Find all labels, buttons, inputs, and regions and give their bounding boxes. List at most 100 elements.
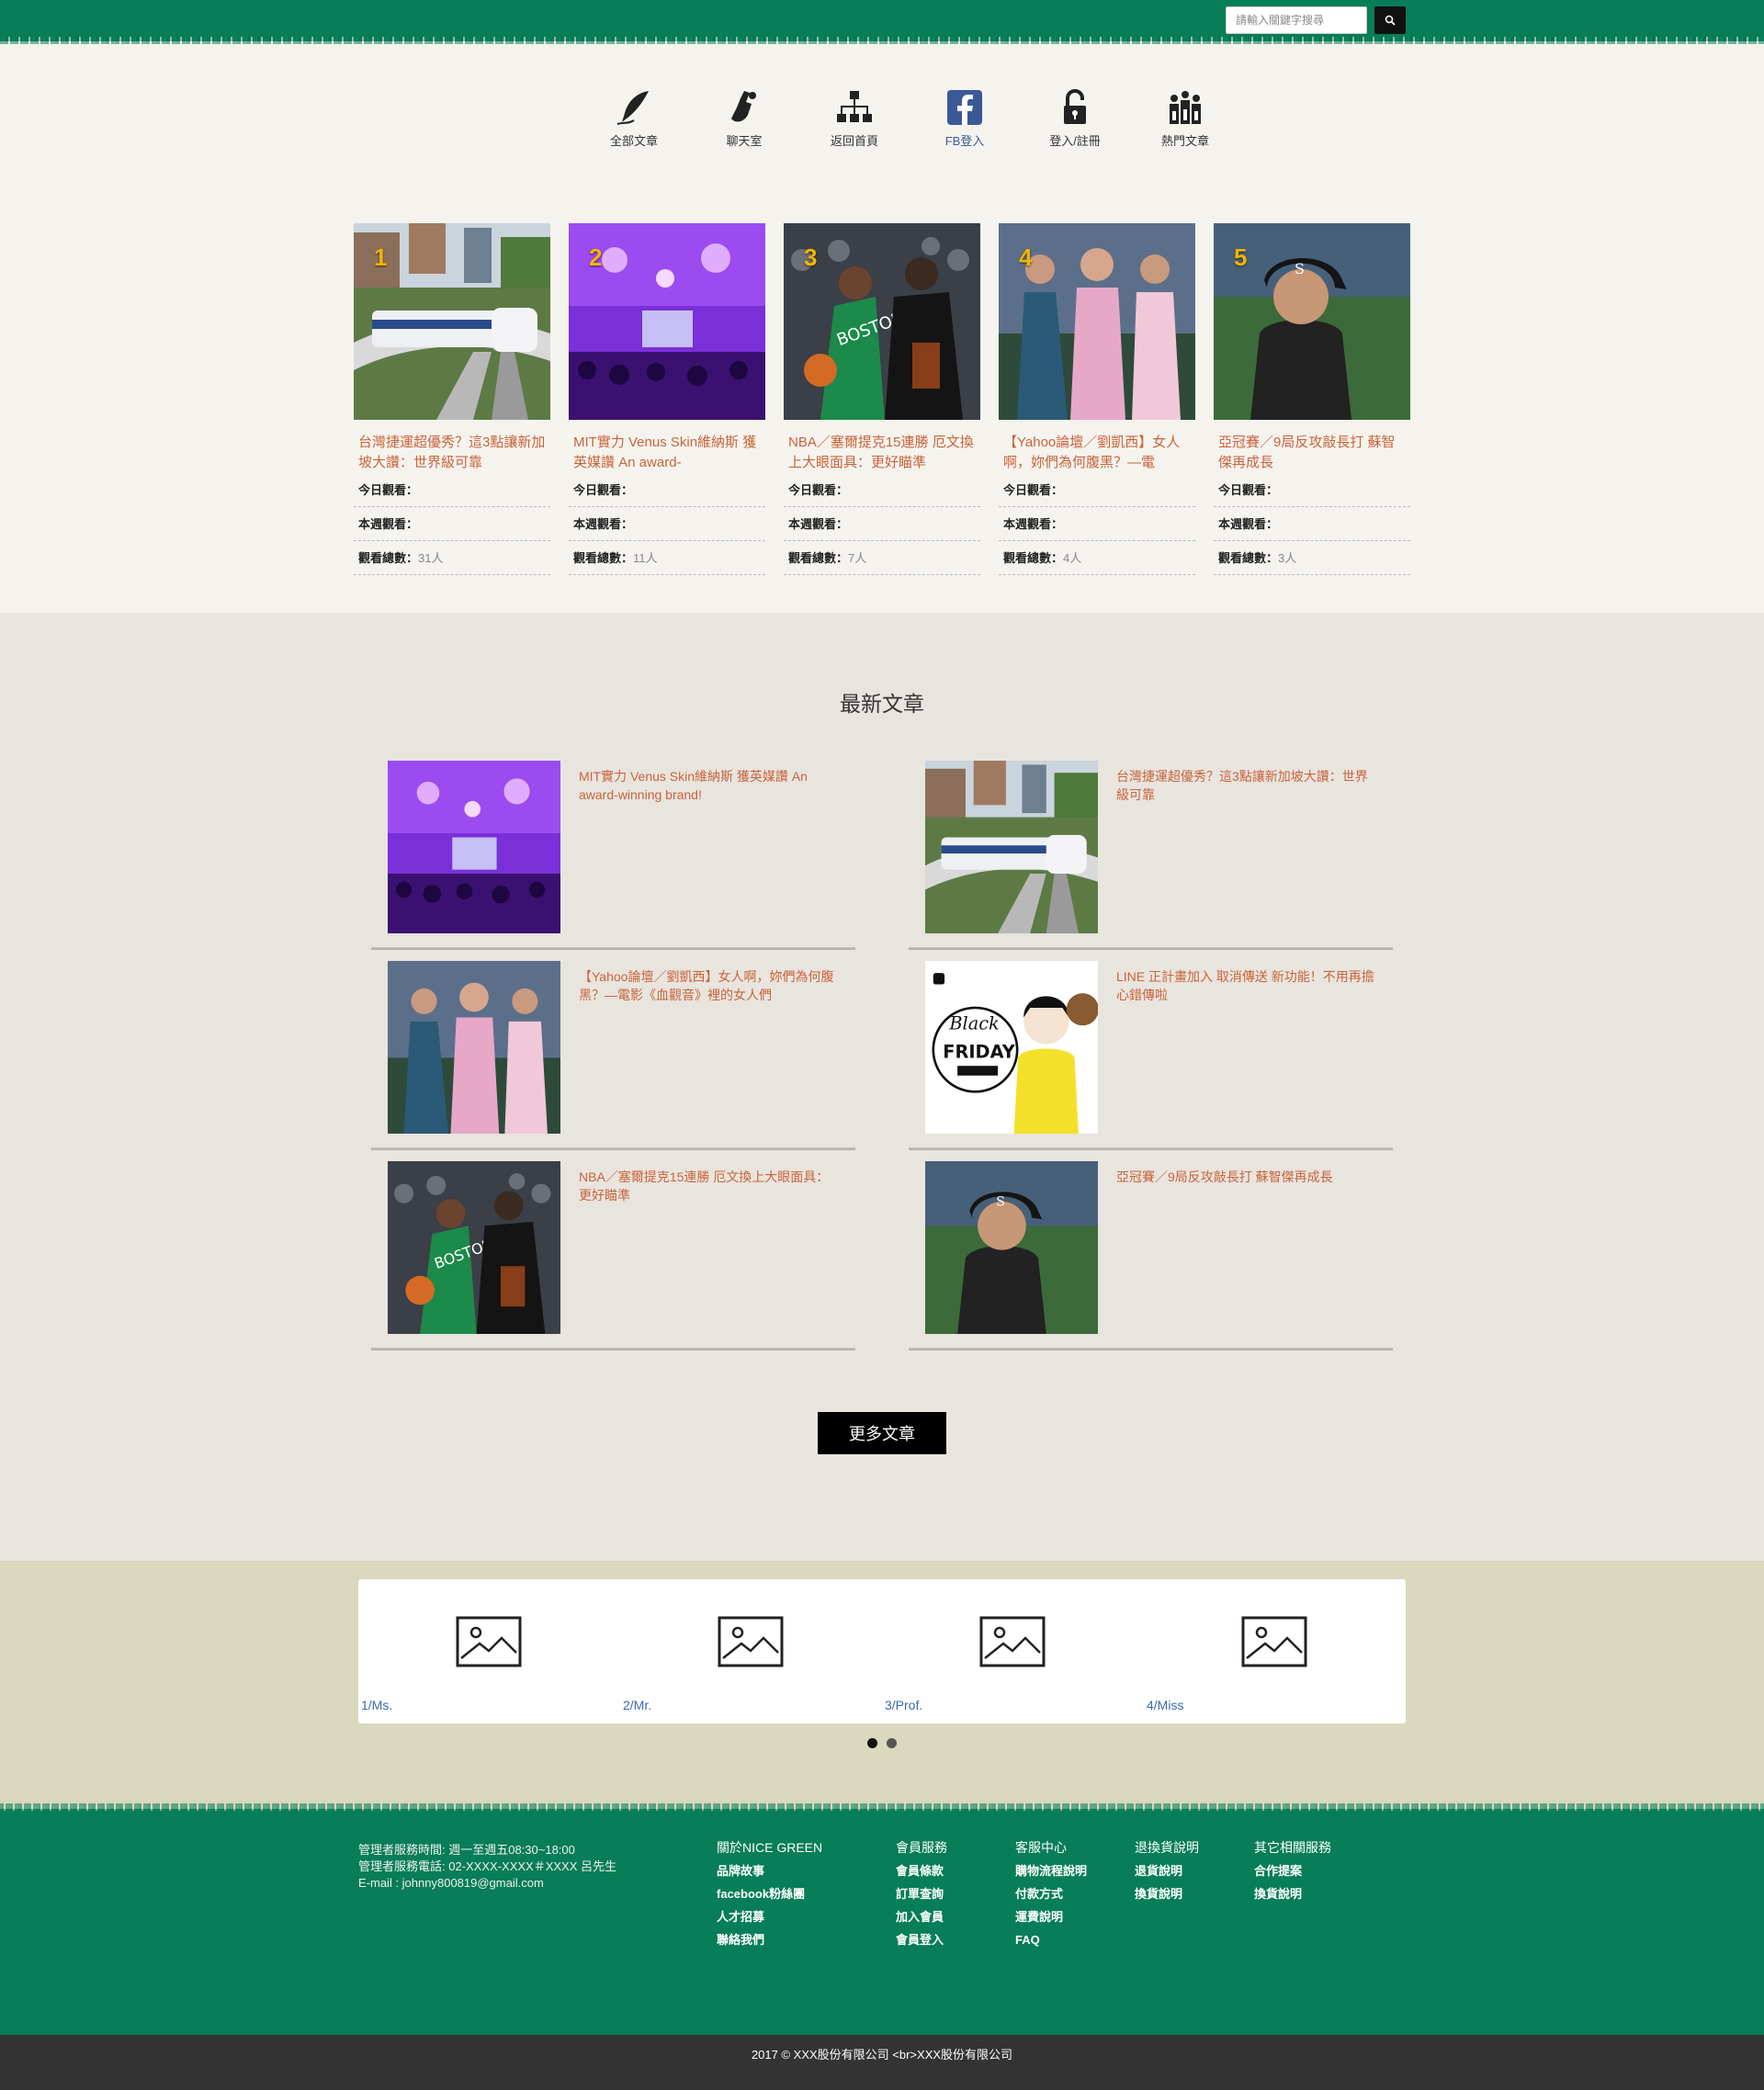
post-title[interactable]: 【Yahoo論壇／劉凱西】女人啊，妳們為何腹黑？—電影《血觀音》裡的女人們 — [579, 967, 841, 1004]
footer-link[interactable]: 聯絡我們 — [717, 1931, 822, 1949]
stat-label: 今日觀看： — [788, 483, 849, 497]
footer-heading[interactable]: 關於NICE GREEN — [717, 1839, 822, 1857]
hot-card-image[interactable]: 1 — [354, 223, 550, 420]
stat-total: 觀看總數：31人 — [354, 541, 550, 575]
post-title[interactable]: MIT實力 Venus Skin維納斯 獲英媒讚 An award-winnin… — [579, 767, 841, 804]
footer-link[interactable]: 會員登入 — [896, 1931, 947, 1949]
footer-link[interactable]: facebook粉絲團 — [717, 1885, 822, 1903]
stat-label: 本週觀看： — [358, 517, 419, 531]
footer-column-other: 其它相關服務 合作提案 換貨說明 — [1254, 1839, 1331, 1908]
stat-value: 31人 — [418, 551, 444, 565]
nav-chatroom[interactable]: 聊天室 — [707, 87, 781, 149]
more-articles-button[interactable]: 更多文章 — [818, 1412, 946, 1454]
stat-week: 本週觀看： — [784, 507, 980, 541]
stat-label: 本週觀看： — [573, 517, 634, 531]
stat-label: 觀看總數： — [1003, 551, 1064, 565]
stat-value: 4人 — [1063, 551, 1082, 565]
stat-label: 觀看總數： — [788, 551, 849, 565]
facebook-icon — [947, 90, 982, 125]
post-image — [925, 961, 1098, 1134]
footer-link[interactable]: 換貨說明 — [1135, 1885, 1199, 1903]
footer-link[interactable]: 會員條款 — [896, 1862, 947, 1880]
footer-link[interactable]: 品牌故事 — [717, 1862, 822, 1880]
hot-card-image[interactable]: 3 — [784, 223, 980, 420]
post-divider — [371, 947, 855, 950]
post-divider — [909, 947, 1393, 950]
post-title[interactable]: LINE 正計畫加入 取消傳送 新功能！不用再擔心錯傳啦 — [1116, 967, 1378, 1004]
footer-column-support: 客服中心 購物流程說明 付款方式 運費說明 FAQ — [1015, 1839, 1087, 1954]
hot-card-image[interactable]: 2 — [569, 223, 765, 420]
footer-link[interactable]: 購物流程說明 — [1015, 1862, 1087, 1880]
post-title[interactable]: 亞冠賽／9局反攻敲長打 蘇智傑再成長 — [1116, 1168, 1378, 1186]
post-title[interactable]: 台灣捷運超優秀？這3點讓新加坡大讚：世界級可靠 — [1116, 767, 1378, 804]
stat-label: 今日觀看： — [358, 483, 419, 497]
nav-fb-login[interactable]: FB登入 — [928, 87, 1001, 149]
footer-link[interactable]: 合作提案 — [1254, 1862, 1331, 1880]
hand-microphone-icon — [731, 91, 756, 122]
stat-total: 觀看總數：3人 — [1214, 541, 1410, 575]
search-input[interactable] — [1226, 6, 1367, 34]
footer-heading[interactable]: 會員服務 — [896, 1839, 947, 1857]
footer-link[interactable]: FAQ — [1015, 1931, 1087, 1949]
carousel-pagination — [0, 1736, 1764, 1753]
carousel-dot[interactable] — [887, 1738, 897, 1748]
service-hours: 管理者服務時間: 週一至週五08:30~18:00 — [358, 1843, 575, 1857]
footer-link[interactable]: 換貨說明 — [1254, 1885, 1331, 1903]
image-placeholder-icon[interactable] — [718, 1616, 784, 1667]
stat-label: 今日觀看： — [1003, 483, 1064, 497]
image-placeholder-icon[interactable] — [1241, 1616, 1307, 1667]
people-ranking-icon — [1170, 91, 1201, 124]
post-divider — [909, 1348, 1393, 1350]
footer-link[interactable]: 運費說明 — [1015, 1908, 1087, 1926]
footer-link[interactable]: 訂單查詢 — [896, 1885, 947, 1903]
hot-card-title[interactable]: 亞冠賽／9局反攻敲長打 蘇智傑再成長 — [1218, 433, 1406, 473]
nav-all-articles[interactable]: 全部文章 — [597, 87, 671, 149]
stat-total: 觀看總數：4人 — [999, 541, 1195, 575]
footer-heading[interactable]: 客服中心 — [1015, 1839, 1087, 1857]
nav-home[interactable]: 返回首頁 — [818, 87, 891, 149]
footer-heading[interactable]: 退換貨說明 — [1135, 1839, 1199, 1857]
nav-label: 聊天室 — [726, 134, 763, 148]
footer-contact: 管理者服務時間: 週一至週五08:30~18:00 管理者服務電話: 02-XX… — [358, 1842, 616, 1892]
stat-label: 本週觀看： — [788, 517, 849, 531]
partner-item: 3/Prof. — [882, 1579, 1144, 1723]
hot-card: 4 【Yahoo論壇／劉凱西】女人啊，妳們為何腹黑？—電 今日觀看： 本週觀看：… — [999, 223, 1195, 575]
hot-card-image[interactable]: 4 — [999, 223, 1195, 420]
search-button[interactable] — [1374, 6, 1406, 34]
latest-post: 【Yahoo論壇／劉凱西】女人啊，妳們為何腹黑？—電影《血觀音》裡的女人們 — [371, 961, 855, 1161]
post-thumbnail[interactable] — [388, 961, 560, 1134]
latest-post: MIT實力 Venus Skin維納斯 獲英媒讚 An award-winnin… — [371, 761, 855, 961]
footer-link[interactable]: 人才招募 — [717, 1908, 822, 1926]
nav-label: FB登入 — [944, 134, 985, 148]
hot-card-title[interactable]: NBA／塞爾提克15連勝 厄文換上大眼面具：更好瞄準 — [788, 433, 976, 473]
hot-card-title[interactable]: MIT實力 Venus Skin維納斯 獲英媒讚 An award- — [573, 433, 761, 473]
partner-name: 4/Miss — [1147, 1698, 1184, 1712]
stat-today: 今日觀看： — [354, 473, 550, 507]
footer-link[interactable]: 加入會員 — [896, 1908, 947, 1926]
nav-hot-articles[interactable]: 熱門文章 — [1148, 87, 1222, 149]
rank-number: 1 — [374, 243, 388, 271]
image-placeholder-icon[interactable] — [979, 1616, 1046, 1667]
hot-articles-carousel: 1 台灣捷運超優秀？這3點讓新加坡大讚：世界級可靠 今日觀看： 本週觀看： 觀看… — [354, 223, 1410, 582]
post-thumbnail[interactable] — [388, 761, 560, 933]
post-title[interactable]: NBA／塞爾提克15連勝 厄文換上大眼面具：更好瞄準 — [579, 1168, 841, 1204]
stat-total: 觀看總數：7人 — [784, 541, 980, 575]
stat-label: 觀看總數： — [1218, 551, 1279, 565]
post-divider — [909, 1147, 1393, 1150]
footer-heading[interactable]: 其它相關服務 — [1254, 1839, 1331, 1857]
image-placeholder-icon[interactable] — [456, 1616, 522, 1667]
footer-link[interactable]: 退貨說明 — [1135, 1862, 1199, 1880]
post-thumbnail[interactable] — [388, 1161, 560, 1334]
partners-carousel: 1/Ms. 2/Mr. 3/Prof. 4/Miss — [358, 1579, 1406, 1723]
post-thumbnail[interactable] — [925, 961, 1098, 1134]
hot-card-title[interactable]: 【Yahoo論壇／劉凱西】女人啊，妳們為何腹黑？—電 — [1003, 433, 1191, 473]
carousel-dot-active[interactable] — [867, 1738, 877, 1748]
nav-login-register[interactable]: 登入/註冊 — [1038, 87, 1112, 149]
post-thumbnail[interactable] — [925, 761, 1098, 933]
rank-number: 5 — [1234, 243, 1248, 271]
hot-card-title[interactable]: 台灣捷運超優秀？這3點讓新加坡大讚：世界級可靠 — [358, 433, 546, 473]
post-thumbnail[interactable] — [925, 1161, 1098, 1334]
footer-link[interactable]: 付款方式 — [1015, 1885, 1087, 1903]
hot-card-image[interactable]: 5 — [1214, 223, 1410, 420]
stat-week: 本週觀看： — [354, 507, 550, 541]
